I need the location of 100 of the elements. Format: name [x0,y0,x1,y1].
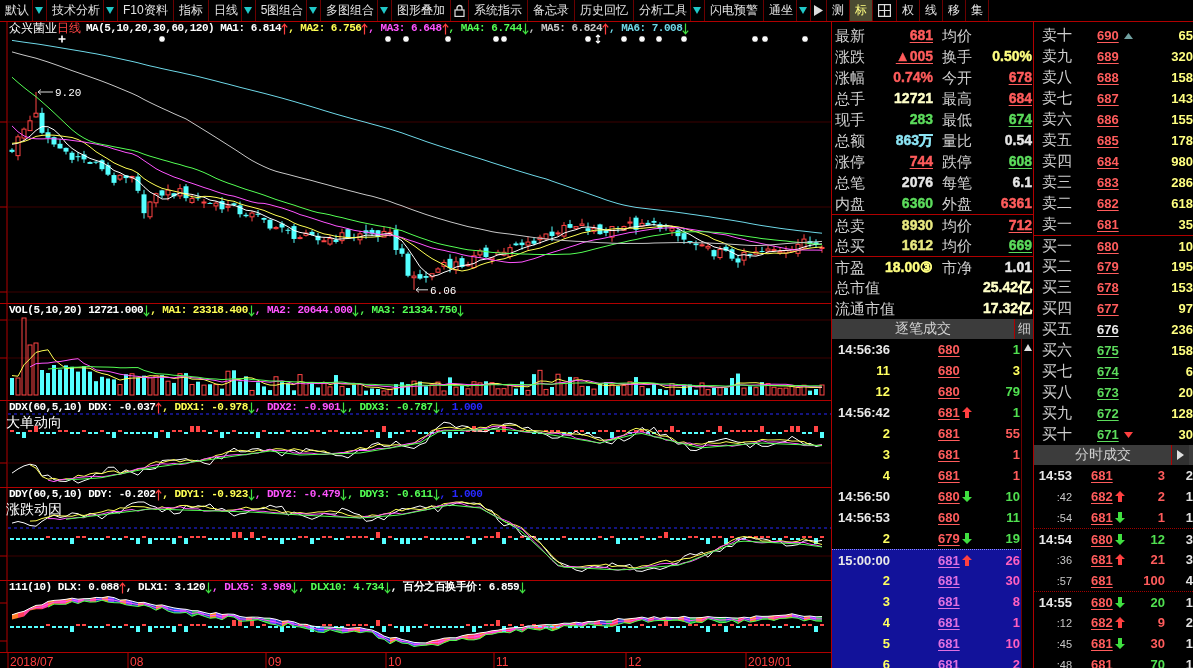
asterisk-icon[interactable] [655,35,663,43]
asterisk-icon[interactable] [584,35,592,43]
asterisk-icon[interactable] [384,35,392,43]
trade-price: 681 [1091,573,1113,588]
order-volume: 10 [1177,238,1193,254]
tool-button[interactable]: 线 [920,0,944,21]
tick-row[interactable]: 4 681 1 [832,612,1021,633]
asterisk-icon[interactable] [492,35,500,43]
tick-row[interactable]: 11 680 3 [832,360,1021,381]
order-volume: 158 [1170,70,1193,85]
menu-button[interactable]: 指标 [173,0,209,21]
lock-icon[interactable] [454,4,466,17]
tick-row[interactable]: 2 681 30 [832,570,1021,591]
quote-label: 跌停 [942,153,972,170]
tick-volume: 1 [1011,615,1020,630]
tool-button[interactable]: 集 [966,0,990,21]
asterisk-icon[interactable] [680,35,688,43]
tick-row[interactable]: 14:56:53 680 11 [832,507,1021,528]
menu-button[interactable]: 多图组合 [321,0,393,21]
quote-label: 现手 [835,111,865,128]
menu-button[interactable]: 备忘录 [528,0,576,21]
trade-price: 682 [1091,615,1113,630]
caret-down-icon [106,7,114,14]
trade-price: 681 [1091,636,1113,651]
order-level-label: 卖十 [1041,26,1073,45]
asterisk-icon[interactable] [761,35,769,43]
scroll-up-icon[interactable] [1023,344,1032,351]
tick-volume: 10 [1004,636,1020,651]
plus-icon[interactable] [57,34,67,44]
indicator-value: , DLX1: 3.120 [125,581,206,594]
order-volume: 20 [1177,385,1193,400]
menu-button[interactable]: 闪电预警 [705,0,765,21]
order-volume: 128 [1170,406,1193,421]
asterisk-icon[interactable] [444,35,452,43]
menu-button[interactable]: 5图组合 [255,0,322,21]
order-price: 676 [1097,322,1119,337]
menu-button[interactable]: 分析工具 [634,0,706,21]
asterisk-icon[interactable] [638,35,646,43]
asterisk-icon[interactable] [620,35,628,43]
quote-value: ▲005 [895,49,933,64]
tool-button[interactable]: 移 [943,0,967,21]
tick-time: 2 [881,531,890,546]
caret-down-icon[interactable] [1123,431,1133,438]
quote-label: 今开 [942,69,972,86]
indicator-value: MA1: 6.814 [220,22,282,35]
indicator-value: , 百分之百换手价: 6.859 [390,581,520,594]
indicator-value: , MA5: 6.824 [528,22,602,35]
quote-label: 最高 [942,90,972,107]
quote-label: 外盘 [942,195,972,212]
order-price: 672 [1097,406,1119,421]
order-volume: 980 [1170,154,1193,169]
order-price: 685 [1097,133,1119,148]
tick-row[interactable]: 5 681 10 [832,633,1021,654]
trailing-number: 1 [1184,489,1193,504]
trailing-number: 1 [1184,510,1193,525]
menu-button[interactable]: 系统指示 [469,0,529,21]
quote-value: 0.50% [992,49,1032,64]
tool-button[interactable]: 标 [850,0,874,21]
asterisk-icon[interactable] [402,35,410,43]
grid-icon[interactable] [878,4,892,17]
caret-down-icon [799,7,808,14]
tick-row[interactable]: 15:00:00 681 26 [832,549,1021,570]
quote-value: 6361 [1000,196,1032,211]
tick-row[interactable]: 2 679 19 [832,528,1021,549]
asterisk-icon[interactable] [751,35,759,43]
trade-price: 681 [1091,552,1113,567]
detail-button[interactable]: 细 [1014,319,1033,339]
menu-button[interactable]: F10资料 [118,0,174,21]
indicator-value: , MA2: 6.756 [288,22,362,35]
tick-volume: 79 [1004,384,1020,399]
menu-button[interactable]: 通坐 [764,0,812,21]
tick-volume: 3 [1011,363,1020,378]
tick-row[interactable]: 3 681 1 [832,444,1021,465]
menu-button[interactable]: 图形叠加 [392,0,452,21]
tick-row[interactable]: 14:56:36 680 1 [832,339,1021,360]
menu-button[interactable]: 技术分析 [47,0,118,21]
indicator-value: DLX: 0.088 [57,581,119,594]
tick-volume: 26 [1004,552,1020,568]
date-label: 2018/07 [10,655,54,668]
tick-row[interactable]: 12 680 79 [832,381,1021,402]
tick-row[interactable]: 3 681 8 [832,591,1021,612]
quote-value: 608 [1008,154,1032,169]
tick-row[interactable]: 2 681 55 [832,423,1021,444]
menu-button[interactable]: 历史回忆 [575,0,635,21]
caret-up-icon[interactable] [1123,32,1133,39]
indicator-subtitle: 大单动向 [6,414,62,430]
tick-time: 14:56:36 [836,342,890,357]
indicator-name: DDY(60,5,10) [9,488,83,501]
menu-button[interactable]: 日线 [208,0,256,21]
asterisk-icon[interactable] [500,35,508,43]
menu-button[interactable]: 默认 [0,0,47,21]
double-arrow-icon[interactable] [595,34,601,44]
tick-row[interactable]: 14:56:50 680 10 [832,486,1021,507]
asterisk-icon[interactable] [801,35,809,43]
asterisk-icon[interactable] [158,35,166,43]
tick-row[interactable]: 14:56:42 681 1 [832,402,1021,423]
expand-button[interactable] [1171,445,1189,465]
tick-row[interactable]: 4 681 1 [832,465,1021,486]
play-icon[interactable] [814,5,824,16]
tool-button[interactable]: 权 [897,0,921,21]
